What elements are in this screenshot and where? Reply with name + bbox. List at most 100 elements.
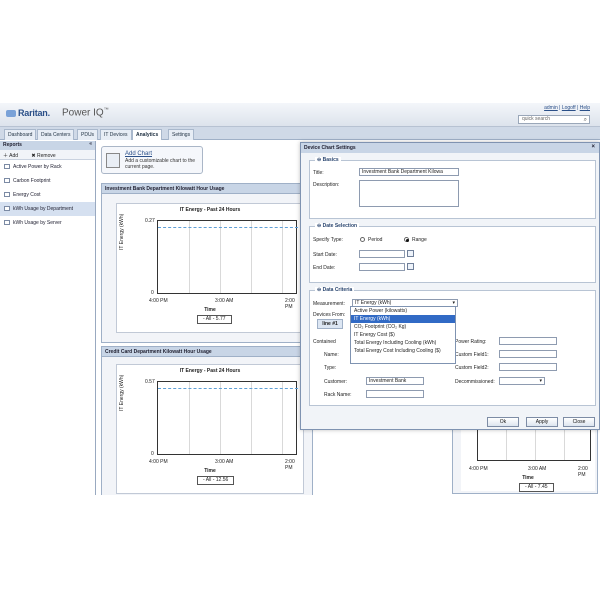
power-rating-label: Power Rating: (455, 339, 487, 345)
measurement-option-total-cost-cooling[interactable]: Total Energy Cost Including Cooling ($) (351, 347, 455, 355)
plot-area (157, 220, 298, 294)
plot-area (157, 381, 298, 455)
period-radio[interactable] (360, 237, 365, 242)
add-report-button[interactable]: ＋ Add (3, 153, 24, 159)
report-item-energy-cost[interactable]: Energy Cost (0, 188, 95, 202)
y-tick: 0 (151, 451, 154, 457)
tab-analytics[interactable]: Analytics (132, 129, 163, 140)
measurement-dropdown-list: Active Power (kilowatts) IT Energy (kWh)… (350, 306, 456, 364)
dialog-title: Device Chart Settings × (301, 143, 599, 153)
x-tick: 3:00 AM (215, 298, 234, 304)
x-tick: 4:00 PM (149, 298, 168, 304)
x-tick: 3:00 AM (215, 459, 234, 465)
measurement-option-it-energy[interactable]: IT Energy (kWh) (351, 315, 455, 323)
reports-toolbar: ＋ Add ✖ Remove (0, 150, 95, 160)
ok-button[interactable]: Ok (487, 417, 519, 427)
admin-link[interactable]: admin (544, 105, 558, 111)
rack-name-input[interactable] (366, 390, 424, 398)
measurement-option-energy-cost[interactable]: IT Energy Cost ($) (351, 331, 455, 339)
chevron-down-icon[interactable]: ▾ (539, 378, 542, 384)
start-date-label: Start Date: (313, 252, 337, 258)
basics-section: ⊖ Basics Title: Investment Bank Departme… (309, 157, 596, 219)
custom-field2-label: Custom Field2: (455, 365, 489, 371)
contained-label: Contained (313, 339, 336, 345)
reports-sidebar: Reports « ＋ Add ✖ Remove Active Power by … (0, 141, 96, 495)
measurement-option-active-power[interactable]: Active Power (kilowatts) (351, 307, 455, 315)
y-tick: 0 (151, 290, 154, 296)
help-link[interactable]: Help (580, 105, 590, 111)
report-item-carbon-footprint[interactable]: Carbon Footprint (0, 174, 95, 188)
apply-button[interactable]: Apply (526, 417, 558, 427)
report-item-kwh-by-department[interactable]: kWh Usage by Department (0, 202, 95, 216)
range-label: Range (412, 237, 427, 243)
rack-name-label: Rack Name: (324, 392, 352, 398)
tab-settings[interactable]: Settings (168, 129, 195, 140)
raritan-logo-icon (6, 110, 16, 117)
close-icon[interactable]: × (591, 144, 595, 150)
power-rating-input[interactable] (499, 337, 557, 345)
report-icon (4, 206, 10, 211)
tab-pdus[interactable]: PDUs (77, 129, 99, 140)
credit-card-chart-panel: Credit Card Department Kilowatt Hour Usa… (101, 346, 313, 495)
close-button[interactable]: Close (563, 417, 595, 427)
collapse-icon[interactable]: « (89, 141, 92, 147)
x-axis-label: Time (204, 307, 216, 313)
start-date-input[interactable] (359, 250, 405, 258)
x-tick: 3:00 AM (528, 466, 547, 472)
kwh-chart: IT Energy - Past 24 Hours IT Energy (kWh… (116, 203, 304, 333)
chart-title: IT Energy - Past 24 Hours (179, 207, 241, 213)
top-bar: Raritan. Power IQ™ admin | Logoff | Help… (0, 103, 600, 127)
decommissioned-select[interactable]: ▾ (499, 377, 545, 385)
y-axis-label: IT Energy (kWh) (119, 374, 125, 411)
report-item-active-power-by-rack[interactable]: Active Power by Rack (0, 160, 95, 174)
y-axis-label: IT Energy (kWh) (119, 213, 125, 250)
add-chart-link[interactable]: Add Chart (125, 151, 152, 157)
calendar-icon[interactable] (407, 263, 414, 270)
custom-field1-input[interactable] (499, 350, 557, 358)
end-date-input[interactable] (359, 263, 405, 271)
calendar-icon[interactable] (407, 250, 414, 257)
summary-select[interactable]: - All - 12.56 (197, 476, 235, 485)
customer-input[interactable]: Investment Bank (366, 377, 424, 385)
title-input[interactable]: Investment Bank Department Kilowa (359, 168, 459, 176)
line-1-tab[interactable]: line #1 (317, 319, 343, 329)
tab-data-centers[interactable]: Data Centers (37, 129, 75, 140)
tab-dashboard[interactable]: Dashboard (4, 129, 37, 140)
report-item-kwh-by-server[interactable]: kWh Usage by Server (0, 216, 95, 230)
section-title: ⊖ Basics (315, 157, 341, 163)
summary-select[interactable]: - All - 7.45 (519, 483, 554, 492)
x-tick: 4:00 PM (469, 466, 488, 472)
reports-header: Reports « (0, 141, 95, 150)
quick-search-input[interactable]: quick search ⌕ (518, 115, 590, 124)
add-chart-button[interactable]: Add Chart Add a customizable chart to th… (101, 146, 203, 174)
custom-field2-input[interactable] (499, 363, 557, 371)
investment-bank-chart-panel: Investment Bank Department Kilowatt Hour… (101, 183, 313, 343)
summary-select[interactable]: - All - 5.77 (197, 315, 232, 324)
product-name: Power IQ™ (62, 107, 109, 119)
logoff-link[interactable]: Logoff (562, 105, 576, 111)
remove-report-button[interactable]: ✖ Remove (31, 153, 61, 159)
report-icon (4, 220, 10, 225)
description-input[interactable] (359, 180, 459, 207)
measurement-option-co2[interactable]: CO₂ Footprint (CO₂ Kg) (351, 323, 455, 331)
panel-title: Credit Card Department Kilowatt Hour Usa… (102, 347, 312, 357)
energy-series-line (158, 227, 298, 232)
user-links: admin | Logoff | Help (544, 105, 590, 111)
tab-it-devices[interactable]: IT Devices (100, 129, 132, 140)
main-tabs: Dashboard Data Centers PDUs IT Devices A… (0, 127, 600, 140)
add-chart-description: Add a customizable chart to the current … (125, 158, 196, 170)
search-icon[interactable]: ⌕ (584, 117, 587, 124)
x-axis-label: Time (204, 468, 216, 474)
x-tick: 4:00 PM (149, 459, 168, 465)
y-tick: 0.27 (145, 218, 155, 224)
report-icon (4, 164, 10, 169)
chart-title: IT Energy - Past 24 Hours (179, 368, 241, 374)
range-radio[interactable] (404, 237, 409, 242)
x-axis-label: Time (522, 475, 534, 481)
section-title: ⊖ Date Selection (315, 223, 360, 229)
panel-title: Investment Bank Department Kilowatt Hour… (102, 184, 312, 194)
measurement-option-total-energy-cooling[interactable]: Total Energy Including Cooling (kWh) (351, 339, 455, 347)
report-icon (4, 192, 10, 197)
add-chart-icon (106, 153, 120, 168)
devices-from-label: Devices From: (313, 312, 346, 318)
